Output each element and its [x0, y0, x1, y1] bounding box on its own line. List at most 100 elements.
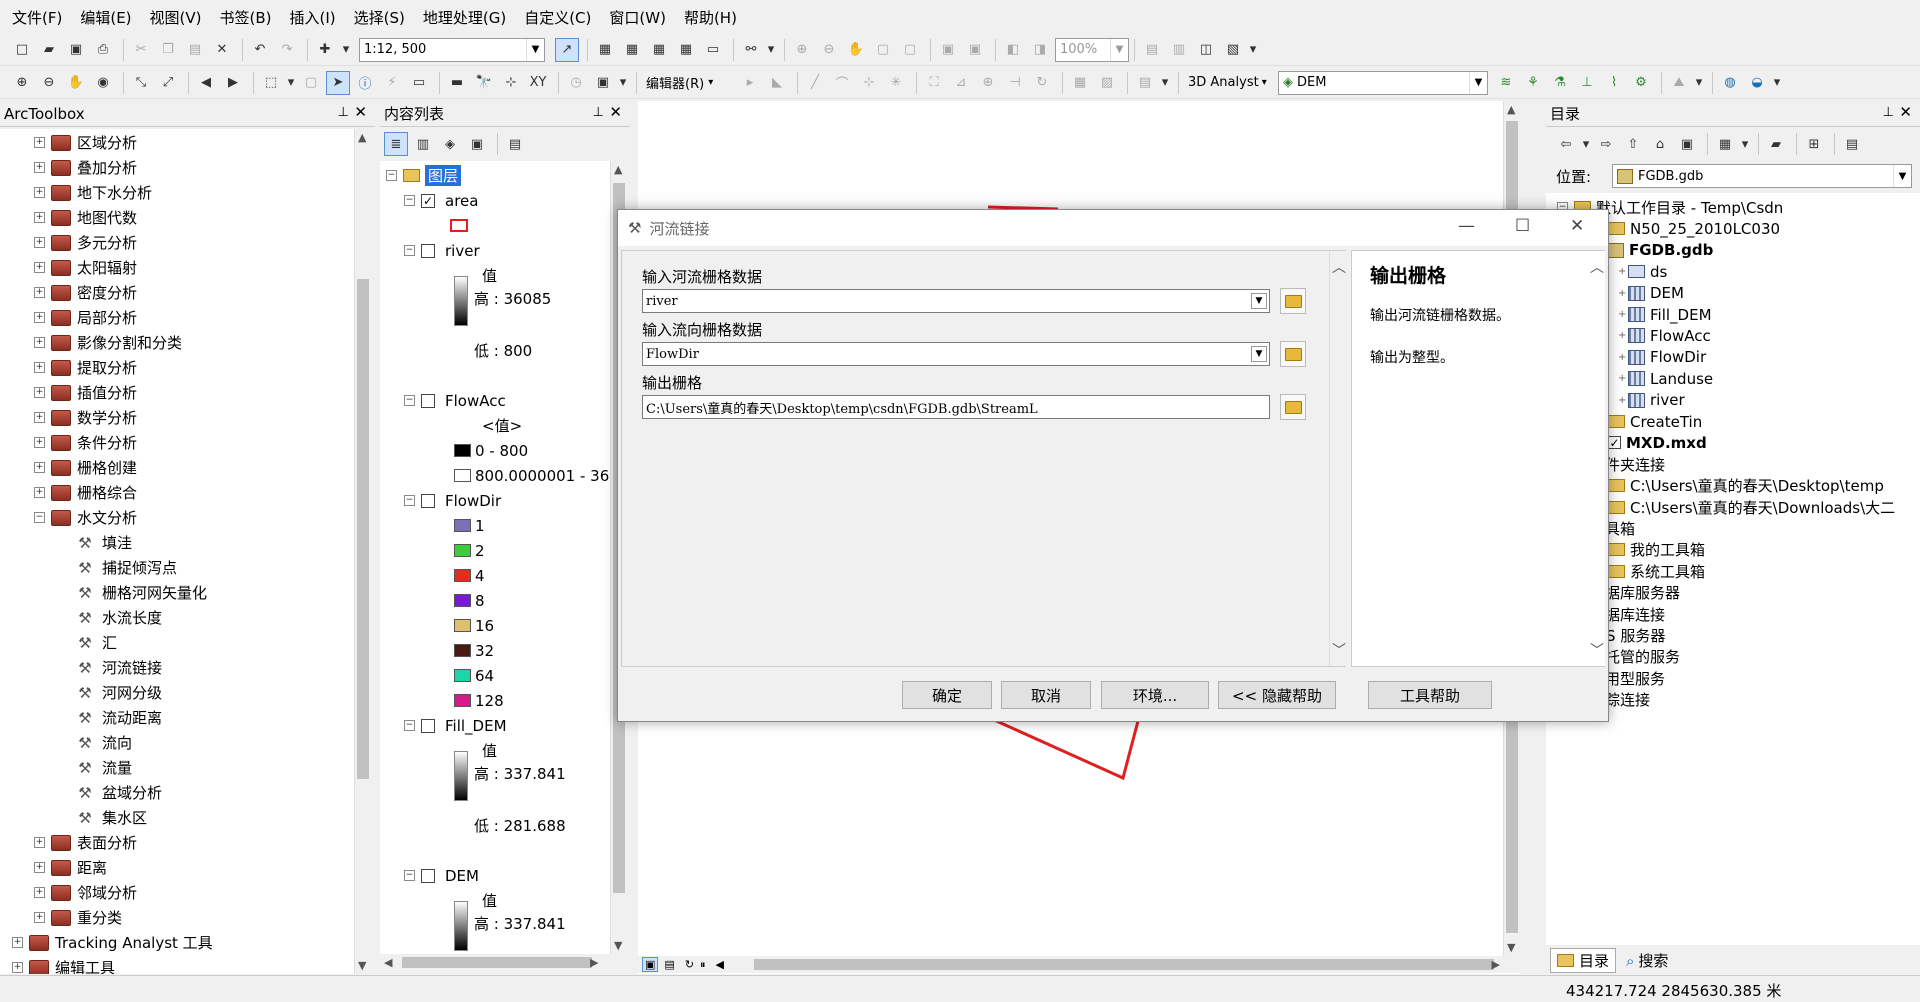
expand-icon[interactable]: +: [34, 362, 45, 373]
layout-pan-icon[interactable]: ✋: [844, 38, 868, 62]
go-forward-extent-icon[interactable]: ◨: [1028, 38, 1052, 62]
catalog-item[interactable]: C:\Users\童真的春天\Downloads\大二: [1608, 497, 1895, 518]
expand-icon[interactable]: +: [34, 337, 45, 348]
add-data-icon[interactable]: ✚: [313, 38, 337, 62]
interpolate-line-icon[interactable]: ⌇: [1602, 71, 1626, 95]
expand-icon[interactable]: +: [34, 212, 45, 223]
hyperlink-icon[interactable]: ⚡: [380, 71, 404, 95]
toolbox-item[interactable]: + Tracking Analyst 工具: [12, 930, 213, 955]
straight-segment-icon[interactable]: ╱: [803, 71, 827, 95]
toolset-item[interactable]: + 叠加分析: [34, 155, 137, 180]
expand-icon[interactable]: +: [34, 187, 45, 198]
expand-icon[interactable]: +: [34, 312, 45, 323]
expand-icon[interactable]: +: [34, 262, 45, 273]
refresh-icon[interactable]: ↻: [685, 958, 694, 971]
active-layer-combo[interactable]: ◈ DEM ▼: [1278, 70, 1488, 95]
arctoolbox-icon[interactable]: ▦: [674, 38, 698, 62]
cancel-button[interactable]: 取消: [1001, 681, 1091, 709]
select-elements-icon[interactable]: ➤: [326, 70, 350, 95]
back-icon[interactable]: ⇦: [1554, 132, 1578, 156]
zoom-100-icon[interactable]: ▢: [898, 38, 922, 62]
clear-selection-icon[interactable]: ▢: [299, 71, 323, 95]
catalog-item[interactable]: N50_25_2010LC030: [1608, 218, 1780, 239]
location-combo[interactable]: FGDB.gdb ▼: [1612, 164, 1912, 188]
reshape-icon[interactable]: ⊿: [949, 71, 973, 95]
toolbar2-options-icon[interactable]: ▾: [1248, 38, 1258, 62]
pause-drawing-icon[interactable]: ⏸: [700, 958, 706, 972]
arctoolbox-scrollbar[interactable]: ▲ ▼: [354, 129, 371, 974]
interpolate-point-icon[interactable]: ⊥: [1575, 71, 1599, 95]
expand-icon[interactable]: +: [34, 912, 45, 923]
tool-item[interactable]: ⚒ 河网分级: [76, 680, 162, 705]
toolset-item[interactable]: + 条件分析: [34, 430, 137, 455]
open-icon[interactable]: ▰: [37, 38, 61, 62]
point-icon[interactable]: ✳: [884, 71, 908, 95]
toolset-item[interactable]: + 提取分析: [34, 355, 137, 380]
time-slider-icon[interactable]: ◷: [564, 71, 588, 95]
input-stream-raster-field[interactable]: river ▼: [642, 289, 1270, 313]
views-icon[interactable]: ▦: [1713, 132, 1737, 156]
collapse-icon[interactable]: −: [404, 720, 415, 731]
close-icon[interactable]: ✕: [354, 103, 367, 121]
list-by-visibility-icon[interactable]: ◈: [438, 132, 462, 156]
scroll-right-icon[interactable]: ▶: [1492, 958, 1500, 971]
collapse-icon[interactable]: −: [386, 170, 397, 181]
layer-checkbox[interactable]: [421, 393, 435, 408]
map-scale-combo[interactable]: 1:12, 500 ▼: [359, 37, 545, 62]
browse-output-raster-button[interactable]: [1280, 394, 1306, 420]
menu-item[interactable]: 选择(S): [354, 7, 405, 28]
change-layout-icon[interactable]: ◫: [1194, 38, 1218, 62]
up-one-level-icon[interactable]: ⇧: [1621, 132, 1645, 156]
list-by-selection-icon[interactable]: ▣: [465, 132, 489, 156]
expand-icon[interactable]: +: [34, 837, 45, 848]
back-dropdown-icon[interactable]: ▾: [1581, 132, 1591, 156]
sketch-properties-icon[interactable]: ▨: [1095, 71, 1119, 95]
toolset-item[interactable]: − 水文分析: [34, 505, 137, 530]
undo-icon[interactable]: ↶: [248, 38, 272, 62]
menu-item[interactable]: 插入(I): [290, 7, 336, 28]
catalog-item[interactable]: + ds: [1618, 261, 1667, 282]
go-to-xy-icon[interactable]: XY: [526, 71, 550, 95]
catalog-window-icon[interactable]: ▦: [620, 38, 644, 62]
expand-icon[interactable]: +: [34, 437, 45, 448]
close-icon[interactable]: ✕: [609, 103, 622, 121]
pan-icon[interactable]: ✋: [64, 71, 88, 95]
forward-extent-icon[interactable]: ▶: [221, 71, 245, 95]
data-frame-item[interactable]: − 图层: [386, 163, 462, 188]
catalog-item[interactable]: + river: [1618, 390, 1685, 411]
collapse-icon[interactable]: −: [404, 245, 415, 256]
layout-zoom-out-icon[interactable]: ⊖: [817, 38, 841, 62]
contour-icon[interactable]: ≋: [1494, 71, 1518, 95]
split-icon[interactable]: ⊣: [1003, 71, 1027, 95]
menu-item[interactable]: 自定义(C): [524, 7, 591, 28]
menu-item[interactable]: 地理处理(G): [423, 7, 506, 28]
tool-item[interactable]: ⚒ 流动距离: [76, 705, 162, 730]
layer-checkbox[interactable]: [421, 243, 435, 258]
tool-item[interactable]: ⚒ 流量: [76, 755, 132, 780]
layout-zoom-combo[interactable]: 100% ▼: [1055, 37, 1129, 62]
catalog-item[interactable]: ✓ MXD.mxd: [1608, 432, 1707, 453]
tool-item[interactable]: ⚒ 栅格河网矢量化: [76, 580, 207, 605]
select-features-icon[interactable]: ⬚: [259, 71, 283, 95]
tool-item[interactable]: ⚒ 盆域分析: [76, 780, 162, 805]
toolset-item[interactable]: + 邻域分析: [34, 880, 137, 905]
edit-annotation-icon[interactable]: ◣: [765, 71, 789, 95]
create-viewer-icon[interactable]: ▣: [591, 71, 615, 95]
trace-icon[interactable]: ⊹: [857, 71, 881, 95]
arcscene-icon[interactable]: ◒: [1745, 71, 1769, 95]
minimize-icon[interactable]: —: [1458, 216, 1475, 236]
collapse-icon[interactable]: −: [404, 495, 415, 506]
delete-icon[interactable]: ✕: [210, 38, 234, 62]
layer-item-area[interactable]: − ✓ area: [404, 188, 478, 213]
new-folder-icon[interactable]: ▰: [1764, 132, 1788, 156]
identify-icon[interactable]: ⓘ: [353, 71, 377, 95]
data-driven-pages-icon[interactable]: ▧: [1221, 38, 1245, 62]
menu-item[interactable]: 视图(V): [150, 7, 202, 28]
toolset-item[interactable]: + 地下水分析: [34, 180, 152, 205]
find-icon[interactable]: 🔭: [472, 71, 496, 95]
tool-item[interactable]: ⚒ 河流链接: [76, 655, 162, 680]
catalog-item[interactable]: 我的工具箱: [1608, 539, 1705, 560]
connect-folder-icon[interactable]: ▣: [1675, 132, 1699, 156]
print-icon[interactable]: ⎙: [91, 38, 115, 62]
editor-toolbar-icon[interactable]: ↗: [555, 37, 579, 62]
